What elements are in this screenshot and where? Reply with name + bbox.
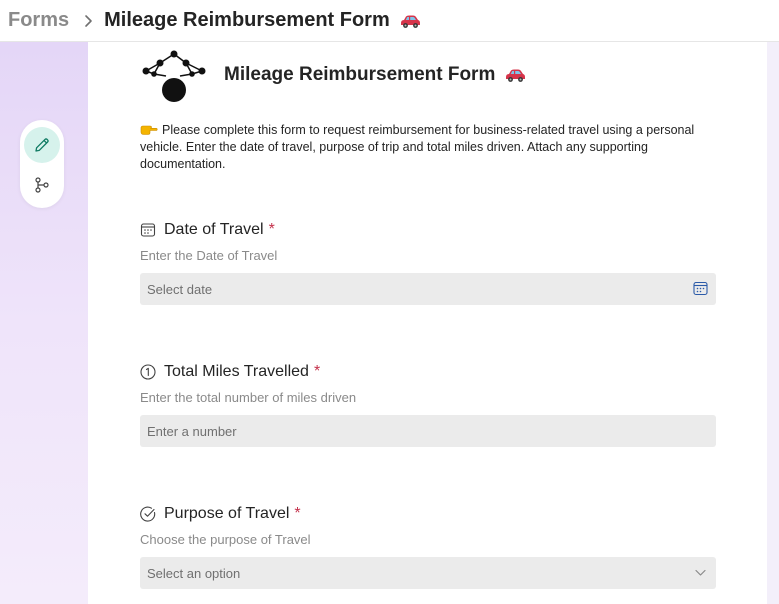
question-total-miles: Total Miles Travelled * Enter the total …	[140, 362, 716, 447]
pointing-hand-icon	[140, 125, 158, 135]
question-subtitle: Enter the total number of miles driven	[140, 390, 357, 405]
form-description-text: Please complete this form to request rei…	[140, 123, 695, 171]
number-input[interactable]: Enter a number	[140, 415, 716, 447]
question-label: Date of Travel *	[140, 220, 716, 240]
question-date-of-travel: Date of Travel * Enter the Date of Trave…	[140, 220, 716, 305]
question-title: Total Miles Travelled	[164, 363, 309, 380]
calendar-icon	[140, 223, 156, 237]
number-placeholder: Enter a number	[147, 423, 237, 439]
breadcrumb-forms-link[interactable]: Forms	[8, 9, 69, 32]
car-icon	[400, 15, 420, 28]
purpose-dropdown[interactable]: Select an option	[140, 557, 716, 589]
required-asterisk: *	[268, 221, 275, 238]
form-card: Mileage Reimbursement Form Please comple…	[88, 42, 767, 604]
dropdown-placeholder: Select an option	[147, 565, 241, 581]
breadcrumb-current-title: Mileage Reimbursement Form	[104, 9, 390, 31]
branching-icon	[35, 177, 49, 193]
number-one-icon	[140, 364, 156, 380]
required-asterisk: *	[294, 505, 301, 522]
date-placeholder: Select date	[147, 281, 213, 297]
required-asterisk: *	[313, 363, 321, 380]
right-background	[767, 42, 779, 604]
top-bar: Forms Mileage Reimbursement Form	[0, 0, 779, 42]
calendar-picker-icon[interactable]	[693, 281, 708, 296]
edit-pencil-icon	[35, 138, 49, 152]
question-label: Total Miles Travelled *	[140, 362, 716, 382]
edit-tool-button[interactable]	[24, 127, 60, 163]
car-icon	[506, 69, 526, 82]
form-title: Mileage Reimbursement Form	[224, 64, 527, 86]
question-title: Purpose of Travel	[164, 505, 290, 522]
question-subtitle: Enter the Date of Travel	[140, 248, 278, 263]
tool-rail	[20, 120, 64, 208]
question-purpose-of-travel: Purpose of Travel * Choose the purpose o…	[140, 504, 716, 589]
chevron-right-icon	[85, 14, 92, 27]
form-title-text: Mileage Reimbursement Form	[224, 64, 496, 85]
branching-tool-button[interactable]	[24, 167, 60, 203]
chevron-down-icon[interactable]	[693, 565, 708, 580]
form-description: Please complete this form to request rei…	[140, 122, 720, 173]
question-subtitle: Choose the purpose of Travel	[140, 532, 311, 547]
network-logo-icon	[142, 50, 206, 102]
date-picker-input[interactable]: Select date	[140, 273, 716, 305]
choice-check-icon	[140, 506, 156, 522]
question-label: Purpose of Travel *	[140, 504, 716, 524]
question-title: Date of Travel	[164, 221, 264, 238]
